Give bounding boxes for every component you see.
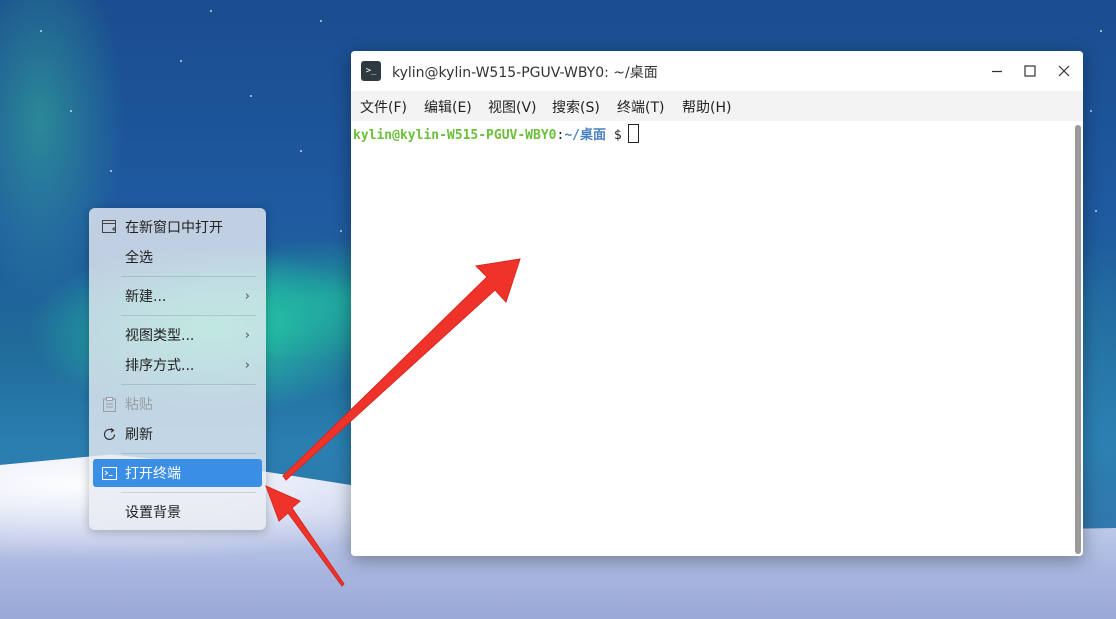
arrow-to-menu-item (265, 485, 345, 587)
annotation-arrows (265, 258, 521, 587)
arrow-to-terminal (282, 258, 521, 481)
